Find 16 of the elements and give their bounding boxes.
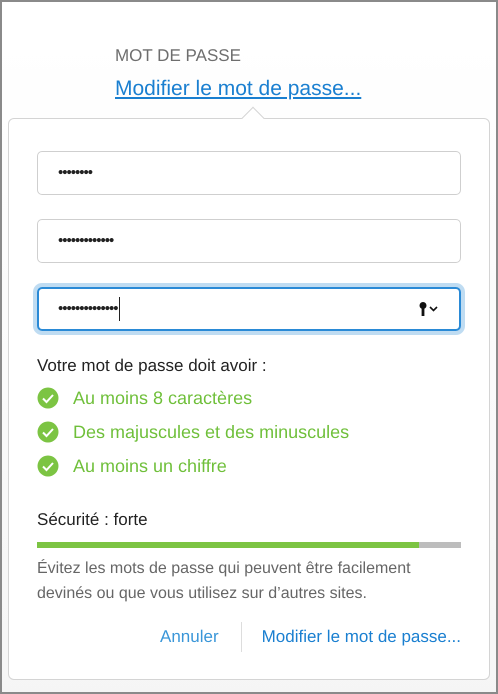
password-field[interactable]: ••••••••	[37, 151, 461, 195]
requirement-text: Des majuscules et des minuscules	[73, 420, 350, 444]
requirement-text: Au moins un chiffre	[73, 454, 227, 478]
password-value: ••••••••••••••	[58, 298, 118, 319]
change-password-button[interactable]: Modifier le mot de passe...	[242, 624, 461, 650]
text-cursor	[118, 297, 120, 321]
password-value: ••••••••	[58, 162, 92, 183]
requirement-text: Au moins 8 caractères	[73, 386, 252, 410]
change-password-link[interactable]: Modifier le mot de passe...	[115, 72, 362, 104]
password-field[interactable]: •••••••••••••	[37, 219, 461, 263]
requirements-title: Votre mot de passe doit avoir :	[37, 355, 268, 377]
section-heading: MOT DE PASSE	[115, 45, 241, 67]
strength-label: Sécurité : forte	[37, 508, 149, 530]
key-icon	[418, 301, 440, 317]
password-value: •••••••••••••	[58, 230, 114, 251]
hint-text: Évitez les mots de passe qui peuvent être facilement devinés ou que vous utilisez sur d’autres sites.	[37, 558, 412, 604]
